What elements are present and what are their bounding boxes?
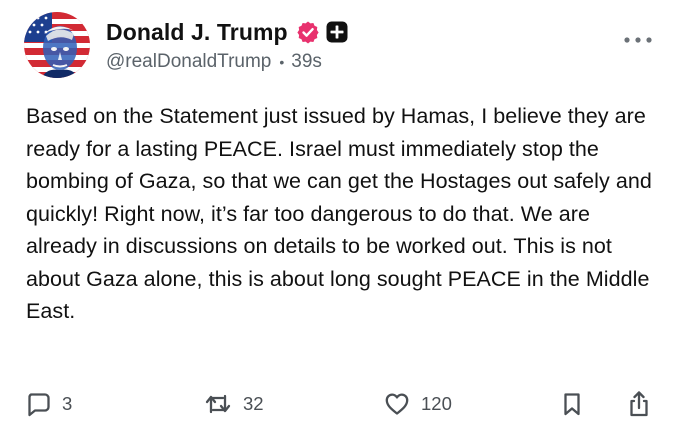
- reply-count: 3: [62, 393, 73, 414]
- display-name[interactable]: Donald J. Trump: [106, 19, 288, 46]
- post-card: Donald J. Trump @realDonaldTrump • 39s B…: [0, 0, 680, 428]
- verified-badge-icon: [296, 20, 320, 44]
- plus-badge-icon: [326, 21, 348, 43]
- more-options-button[interactable]: [620, 30, 656, 50]
- action-bar: 3 32 120: [0, 384, 680, 424]
- comment-bubble-icon: [24, 390, 52, 418]
- share-button[interactable]: [626, 384, 652, 424]
- like-count: 120: [421, 393, 452, 414]
- reply-button[interactable]: 3: [24, 384, 72, 424]
- separator-dot: •: [279, 54, 285, 70]
- post-timestamp[interactable]: 39s: [291, 51, 322, 73]
- repost-count: 32: [243, 393, 264, 414]
- heart-icon: [383, 390, 411, 418]
- user-handle[interactable]: @realDonaldTrump: [106, 51, 271, 73]
- repost-arrows-icon: [203, 390, 233, 418]
- like-button[interactable]: 120: [383, 384, 452, 424]
- avatar[interactable]: [24, 12, 90, 78]
- post-body: Based on the Statement just issued by Ha…: [26, 104, 652, 323]
- author-name-row: Donald J. Trump: [106, 18, 348, 46]
- repost-button[interactable]: 32: [203, 384, 264, 424]
- more-horizontal-icon: [623, 36, 653, 44]
- avatar-image: [24, 12, 90, 78]
- bookmark-icon: [560, 390, 584, 418]
- share-upload-icon: [626, 389, 652, 419]
- bookmark-button[interactable]: [560, 384, 584, 424]
- handle-row: @realDonaldTrump • 39s: [106, 51, 322, 73]
